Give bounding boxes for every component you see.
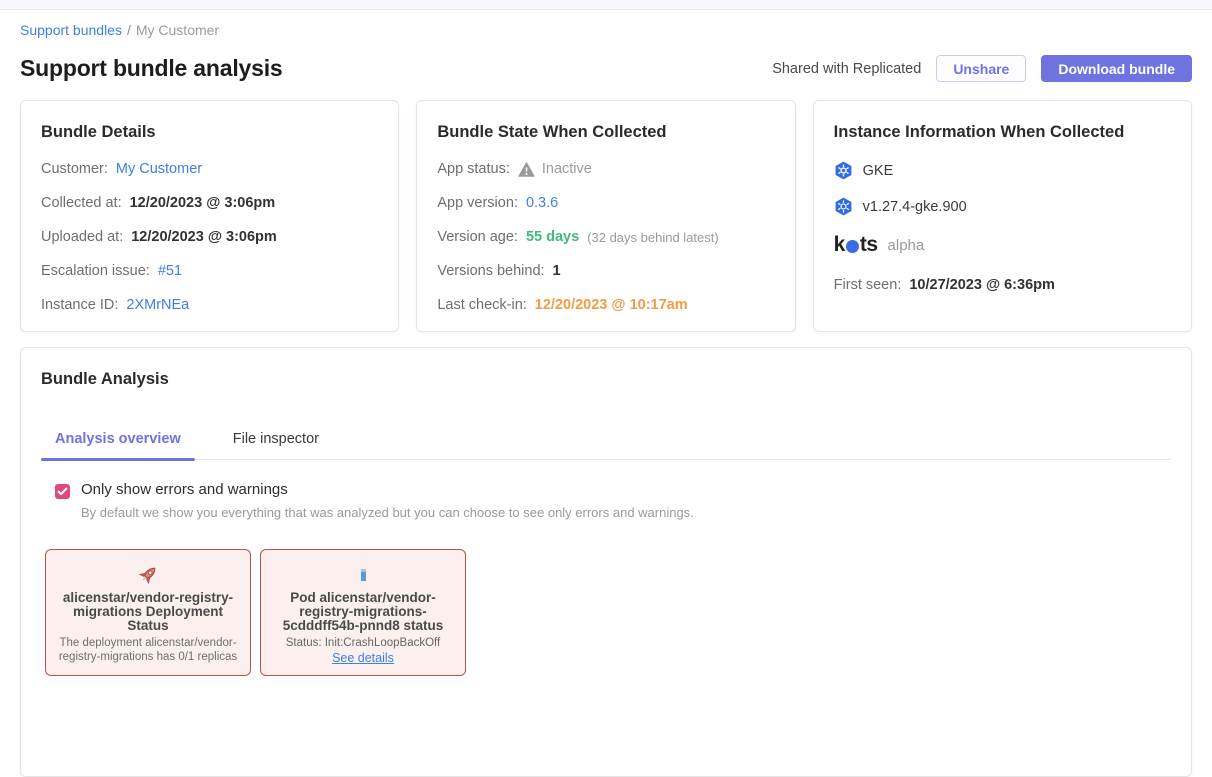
page-header: Support bundle analysis Shared with Repl… <box>20 55 1192 82</box>
first-seen-label: First seen: <box>834 277 902 293</box>
info-cards-row: Bundle Details Customer: My Customer Col… <box>20 100 1192 332</box>
kots-channel: alpha <box>888 237 925 254</box>
versions-behind-row: Versions behind: 1 <box>437 263 774 279</box>
app-version-link[interactable]: 0.3.6 <box>526 195 558 211</box>
distribution-value: GKE <box>863 163 894 179</box>
uploaded-at-label: Uploaded at: <box>41 229 123 245</box>
app-status-label: App status: <box>437 161 510 177</box>
tab-file-inspector[interactable]: File inspector <box>219 421 333 459</box>
header-actions: Shared with Replicated Unshare Download … <box>772 55 1192 82</box>
tab-analysis-overview[interactable]: Analysis overview <box>41 421 195 459</box>
pod-status-card[interactable]: Pod alicenstar/vendor-registry-migration… <box>260 549 466 676</box>
uploaded-at-row: Uploaded at: 12/20/2023 @ 3:06pm <box>41 229 378 245</box>
breadcrumb-current: My Customer <box>136 22 219 38</box>
pod-status-text: Status: Init:CrashLoopBackOff <box>271 637 455 649</box>
collected-at-value: 12/20/2023 @ 3:06pm <box>130 195 276 211</box>
version-age-note: (32 days behind latest) <box>587 230 719 245</box>
analysis-results: alicenstar/vendor-registry-migrations De… <box>45 549 1171 676</box>
version-age-row: Version age: 55 days (32 days behind lat… <box>437 229 774 245</box>
customer-link[interactable]: My Customer <box>116 161 202 177</box>
version-age-value: 55 days <box>526 229 579 245</box>
kubernetes-icon <box>834 197 853 216</box>
see-details-link[interactable]: See details <box>332 651 394 665</box>
instance-id-label: Instance ID: <box>41 297 118 313</box>
analysis-tabs: Analysis overview File inspector <box>41 421 1171 460</box>
escalation-issue-link[interactable]: #51 <box>158 263 182 279</box>
escalation-issue-row: Escalation issue: #51 <box>41 263 378 279</box>
warning-icon <box>518 162 535 177</box>
deployment-status-description: The deployment alicenstar/vendor-registr… <box>56 637 240 664</box>
filter-label: Only show errors and warnings <box>81 481 694 498</box>
instance-id-row: Instance ID: 2XMrNEa <box>41 297 378 313</box>
kots-row: kts alpha <box>834 233 1171 257</box>
breadcrumb-support-bundles-link[interactable]: Support bundles <box>20 22 122 38</box>
pod-icon <box>271 561 455 588</box>
shared-status-text: Shared with Replicated <box>772 61 921 77</box>
kots-logo-ts: ts <box>860 233 878 257</box>
unshare-button[interactable]: Unshare <box>936 55 1026 82</box>
kots-logo-k: k <box>834 233 845 257</box>
instance-info-title: Instance Information When Collected <box>834 123 1171 142</box>
kots-logo-o-icon <box>846 240 859 253</box>
rocket-icon <box>56 561 240 588</box>
app-version-label: App version: <box>437 195 518 211</box>
last-checkin-label: Last check-in: <box>437 297 526 313</box>
bundle-analysis-card: Bundle Analysis Analysis overview File i… <box>20 347 1192 777</box>
escalation-issue-label: Escalation issue: <box>41 263 150 279</box>
versions-behind-label: Versions behind: <box>437 263 544 279</box>
customer-label: Customer: <box>41 161 108 177</box>
filter-description: By default we show you everything that w… <box>81 505 694 520</box>
first-seen-value: 10/27/2023 @ 6:36pm <box>909 277 1055 293</box>
support-bundle-page: Support bundles / My Customer Support bund… <box>0 22 1212 777</box>
only-errors-checkbox[interactable] <box>55 484 70 499</box>
bundle-state-title: Bundle State When Collected <box>437 123 774 142</box>
page-title: Support bundle analysis <box>20 55 283 82</box>
kots-logo: kts <box>834 233 878 257</box>
app-status-value: Inactive <box>542 161 592 177</box>
uploaded-at-value: 12/20/2023 @ 3:06pm <box>131 229 277 245</box>
collected-at-row: Collected at: 12/20/2023 @ 3:06pm <box>41 195 378 211</box>
breadcrumb-separator: / <box>127 22 131 38</box>
collected-at-label: Collected at: <box>41 195 122 211</box>
k8s-version-row: v1.27.4-gke.900 <box>834 197 1171 216</box>
instance-info-card: Instance Information When Collected <box>813 100 1192 332</box>
instance-id-link[interactable]: 2XMrNEa <box>126 297 189 313</box>
navbar-bottom-edge <box>0 0 1212 10</box>
gke-icon <box>834 161 853 180</box>
deployment-status-card[interactable]: alicenstar/vendor-registry-migrations De… <box>45 549 251 676</box>
deployment-status-title: alicenstar/vendor-registry-migrations De… <box>56 591 240 633</box>
app-status-row: App status: Inactive <box>437 161 774 177</box>
bundle-analysis-title: Bundle Analysis <box>41 370 1171 389</box>
last-checkin-row: Last check-in: 12/20/2023 @ 10:17am <box>437 297 774 313</box>
bundle-details-card: Bundle Details Customer: My Customer Col… <box>20 100 399 332</box>
pod-status-title: Pod alicenstar/vendor-registry-migration… <box>271 591 455 633</box>
app-version-row: App version: 0.3.6 <box>437 195 774 211</box>
versions-behind-value: 1 <box>553 263 561 279</box>
breadcrumb: Support bundles / My Customer <box>20 22 1192 38</box>
customer-row: Customer: My Customer <box>41 161 378 177</box>
first-seen-row: First seen: 10/27/2023 @ 6:36pm <box>834 277 1171 293</box>
last-checkin-value: 12/20/2023 @ 10:17am <box>535 297 688 313</box>
filter-texts: Only show errors and warnings By default… <box>81 481 694 520</box>
version-age-label: Version age: <box>437 229 518 245</box>
bundle-state-card: Bundle State When Collected App status: … <box>416 100 795 332</box>
k8s-version-value: v1.27.4-gke.900 <box>863 199 967 215</box>
errors-filter: Only show errors and warnings By default… <box>55 481 1171 520</box>
download-bundle-button[interactable]: Download bundle <box>1041 55 1192 82</box>
bundle-details-title: Bundle Details <box>41 123 378 142</box>
distribution-row: GKE <box>834 161 1171 180</box>
